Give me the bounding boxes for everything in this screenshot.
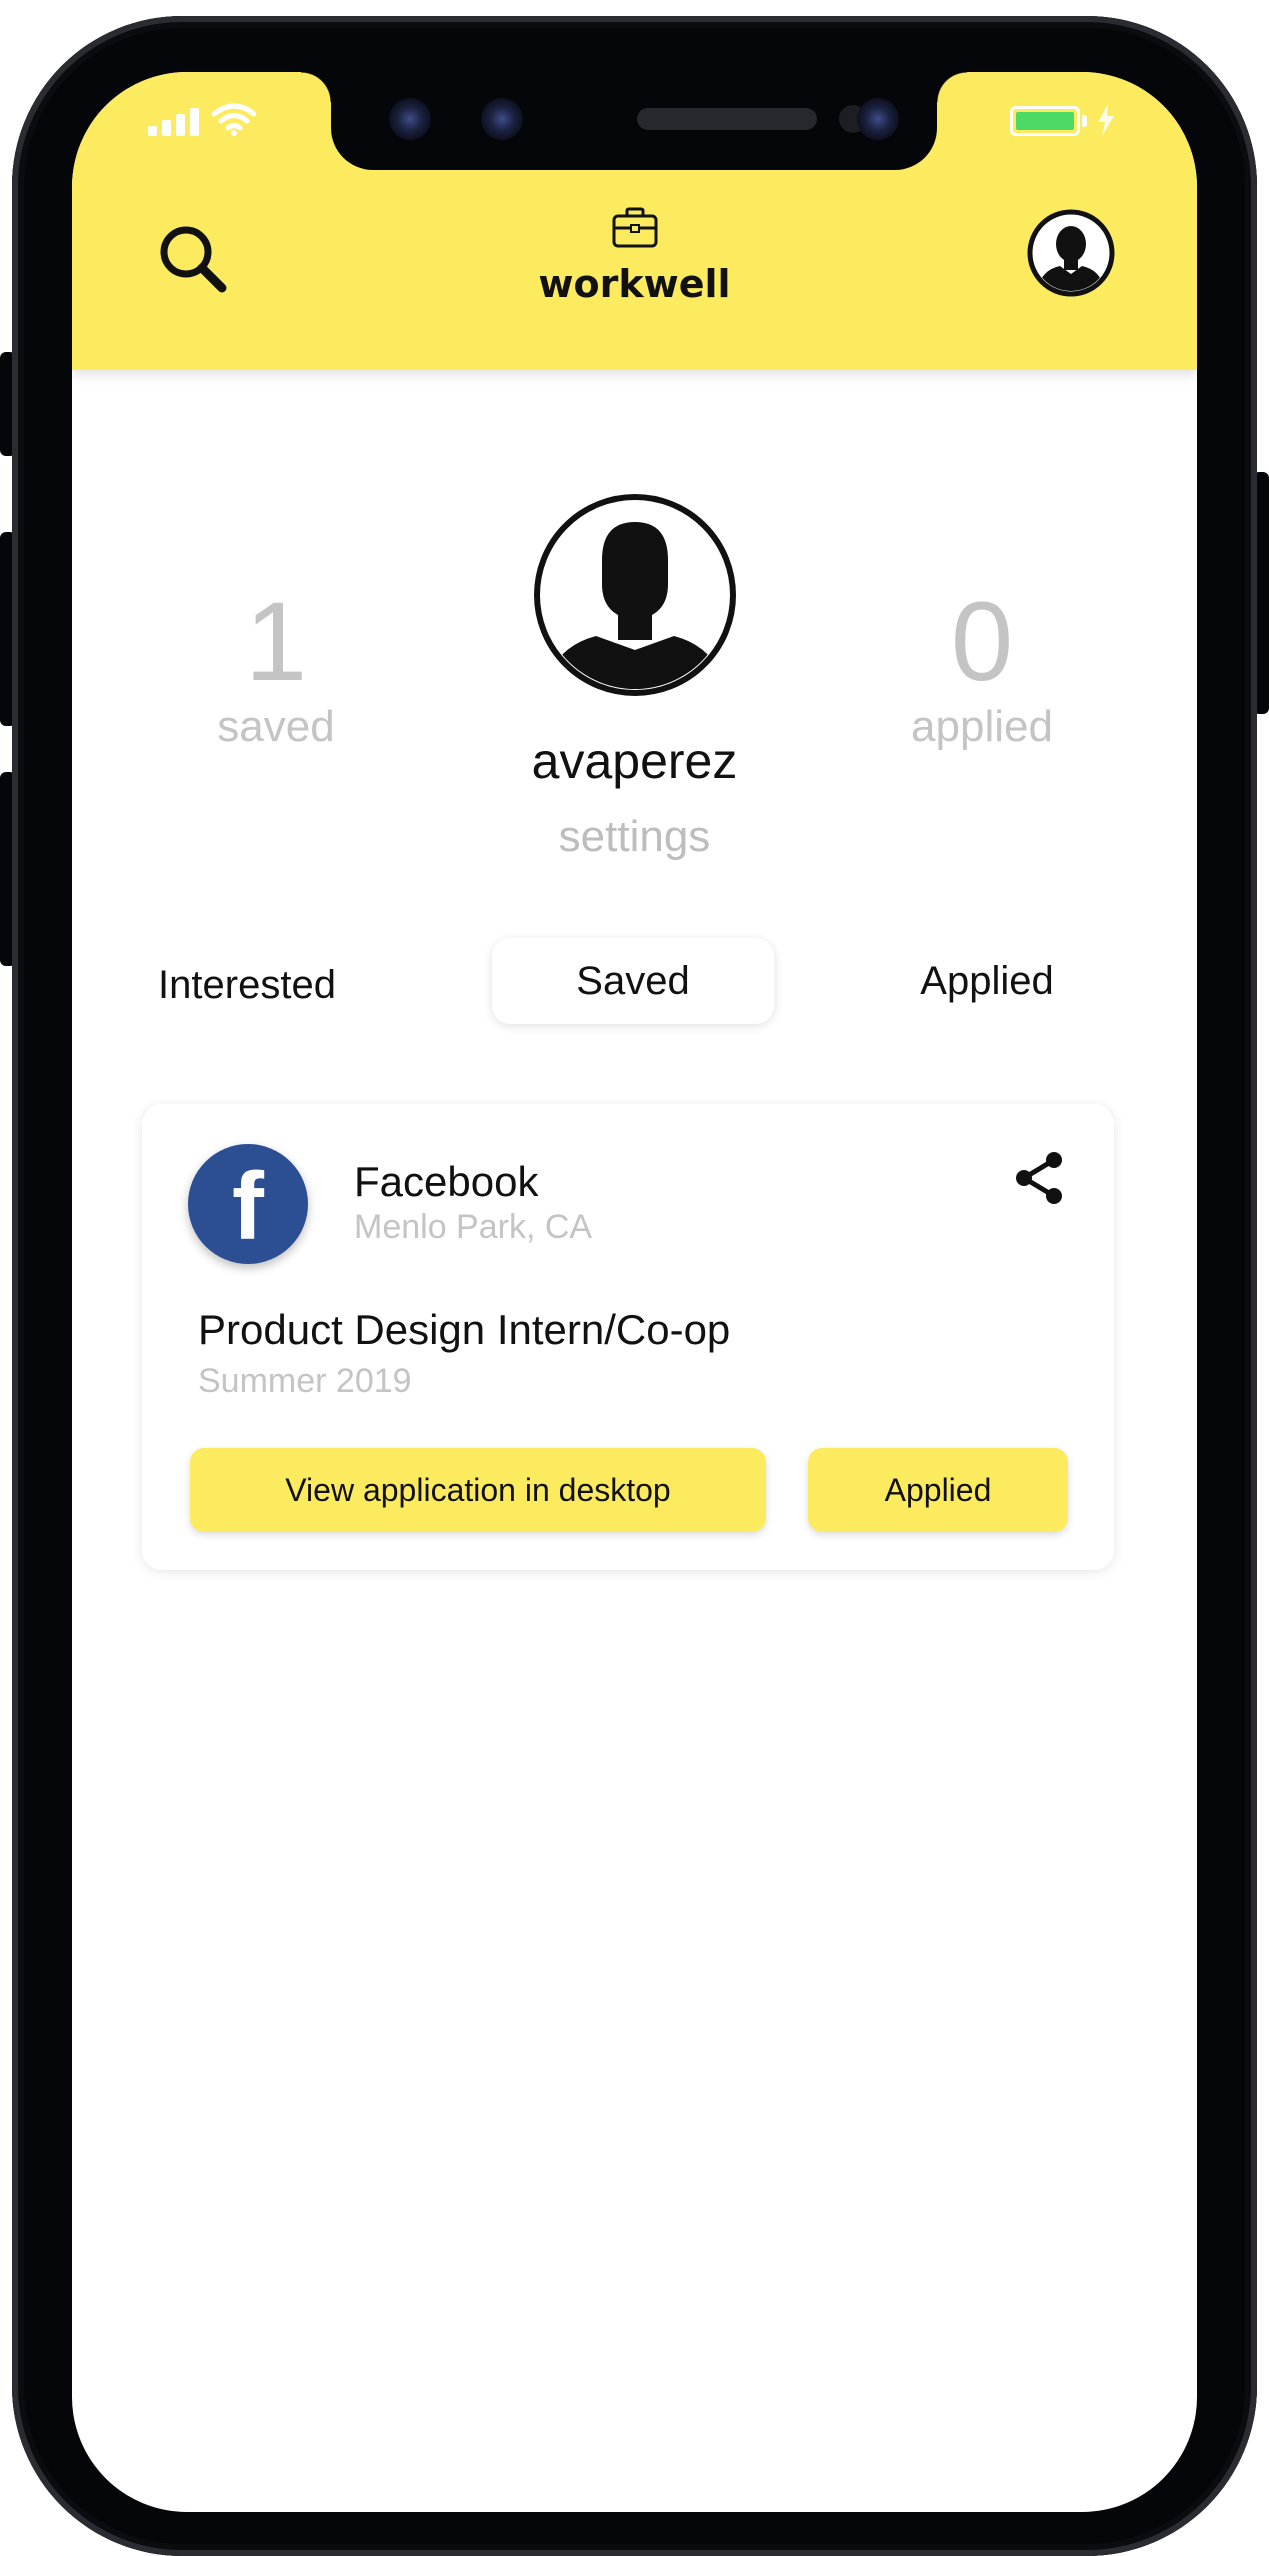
device-notch bbox=[301, 72, 967, 170]
profile-avatar[interactable] bbox=[532, 492, 738, 698]
screen: workwell 1 saved 0 applied avaperez sett… bbox=[72, 72, 1197, 2512]
job-title: Product Design Intern/Co-op bbox=[198, 1306, 731, 1353]
tab-applied[interactable]: Applied bbox=[902, 938, 1072, 1024]
facebook-logo-letter: f bbox=[232, 1153, 264, 1260]
share-icon[interactable] bbox=[1012, 1150, 1068, 1206]
charging-bolt-icon bbox=[1098, 104, 1114, 136]
front-camera-lens bbox=[481, 98, 523, 140]
earpiece-speaker bbox=[637, 108, 817, 130]
battery-tip bbox=[1082, 115, 1087, 127]
app-header: workwell bbox=[72, 72, 1197, 370]
job-term: Summer 2019 bbox=[198, 1362, 412, 1400]
applied-status-button[interactable]: Applied bbox=[808, 1448, 1068, 1532]
applied-stat[interactable]: 0 applied bbox=[832, 582, 1132, 752]
company-name: Facebook bbox=[354, 1158, 539, 1205]
username: avaperez bbox=[531, 733, 738, 789]
front-camera-lens bbox=[389, 98, 431, 140]
user-avatar-icon[interactable] bbox=[1026, 208, 1116, 298]
wifi-icon bbox=[212, 103, 256, 136]
phone-body: workwell 1 saved 0 applied avaperez sett… bbox=[12, 16, 1257, 2556]
view-application-button[interactable]: View application in desktop bbox=[190, 1448, 766, 1532]
company-location: Menlo Park, CA bbox=[354, 1208, 593, 1246]
front-camera-lens bbox=[857, 98, 899, 140]
job-card[interactable]: f Facebook Menlo Park, CA Product Design… bbox=[142, 1104, 1114, 1570]
facebook-logo-icon: f bbox=[188, 1144, 308, 1264]
saved-count: 1 bbox=[244, 579, 308, 704]
saved-stat[interactable]: 1 saved bbox=[126, 582, 426, 752]
tab-saved[interactable]: Saved bbox=[492, 938, 774, 1024]
battery-level bbox=[1016, 112, 1074, 130]
applied-count: 0 bbox=[950, 579, 1014, 704]
app-frame: workwell 1 saved 0 applied avaperez sett… bbox=[0, 0, 1269, 2556]
tab-interested[interactable]: Interested bbox=[132, 942, 362, 1028]
settings-link[interactable]: settings bbox=[72, 812, 1197, 862]
signal-bars-icon bbox=[148, 108, 199, 136]
briefcase-icon bbox=[612, 207, 658, 248]
battery-icon bbox=[1010, 106, 1080, 136]
